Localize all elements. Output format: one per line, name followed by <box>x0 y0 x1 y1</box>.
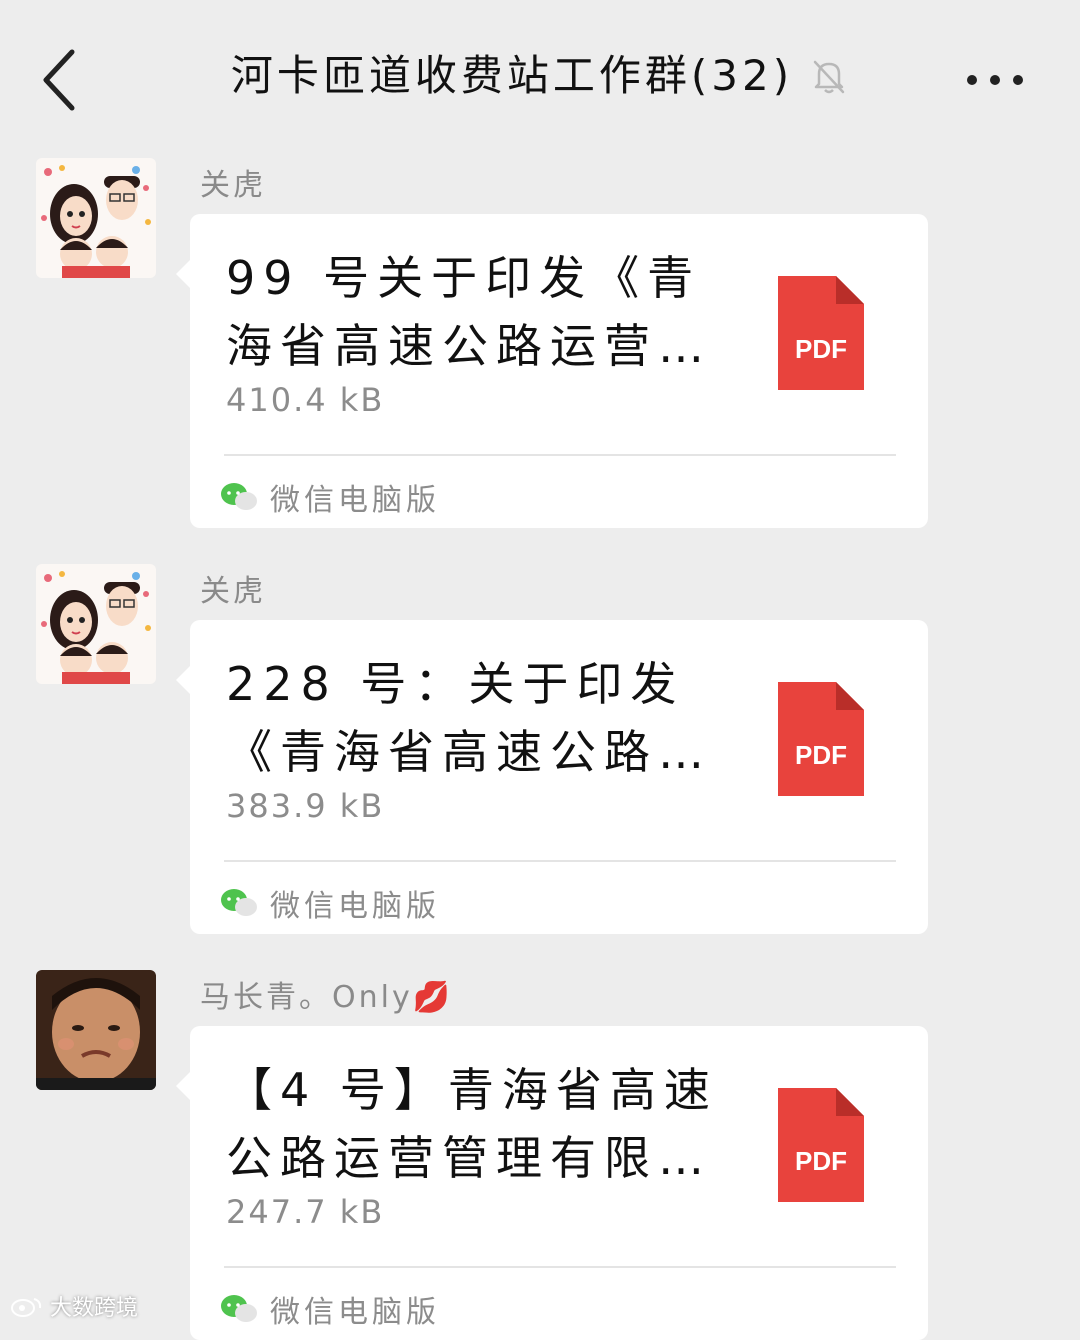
source-info: 微信电脑版 <box>220 878 440 928</box>
watermark: 大数跨境 <box>10 1290 138 1322</box>
file-name: 99 号关于印发《青海省高速公路运营管… <box>226 251 702 373</box>
file-size: 410.4 kB <box>226 381 385 419</box>
file-message-card[interactable]: 【4 号】青海省高速公路运营管理有限公… 247.7 kB PDF 微信电脑版 <box>176 1026 928 1340</box>
source-info: 微信电脑版 <box>220 1284 440 1334</box>
sender-name: 马长青。Only💋 <box>200 980 454 1015</box>
source-label: 微信电脑版 <box>270 483 440 518</box>
bell-off-icon <box>813 60 845 94</box>
family-cartoon-avatar-icon <box>36 158 156 278</box>
pdf-file-icon: PDF <box>778 276 864 390</box>
group-name: 河卡匝道收费站工作群(32) <box>230 51 794 100</box>
source-label: 微信电脑版 <box>270 889 440 924</box>
chat-header: 河卡匝道收费站工作群(32) <box>0 0 1080 150</box>
child-photo-avatar-icon <box>36 970 156 1090</box>
file-name: 【4 号】青海省高速公路运营管理有限公… <box>226 1063 718 1185</box>
pdf-file-icon: PDF <box>778 1088 864 1202</box>
divider <box>224 1266 896 1268</box>
file-type-label: PDF <box>795 740 847 770</box>
family-cartoon-avatar-icon <box>36 564 156 684</box>
file-type-label: PDF <box>795 1146 847 1176</box>
sender-name: 关虎 <box>200 574 266 609</box>
file-name: 228 号：关于印发《青海省高速公路运营… <box>226 657 712 779</box>
wechat-icon <box>221 1295 257 1322</box>
divider <box>224 454 896 456</box>
file-type-label: PDF <box>795 334 847 364</box>
wechat-icon <box>221 483 257 510</box>
divider <box>224 860 896 862</box>
sender-name: 关虎 <box>200 168 266 203</box>
page-title: 河卡匝道收费站工作群(32) <box>0 44 1080 108</box>
file-size: 383.9 kB <box>226 787 385 825</box>
avatar[interactable] <box>36 158 156 278</box>
avatar[interactable] <box>36 564 156 684</box>
weibo-logo-icon <box>11 1298 42 1317</box>
source-info: 微信电脑版 <box>220 472 440 522</box>
more-button[interactable] <box>962 60 1032 100</box>
watermark-text: 大数跨境 <box>50 1296 139 1321</box>
file-message-card[interactable]: 228 号：关于印发《青海省高速公路运营… 383.9 kB PDF 微信电脑版 <box>176 620 928 934</box>
file-message-card[interactable]: 99 号关于印发《青海省高速公路运营管… 410.4 kB PDF 微信电脑版 <box>176 214 928 528</box>
file-size: 247.7 kB <box>226 1193 385 1231</box>
pdf-file-icon: PDF <box>778 682 864 796</box>
more-horizontal-icon <box>967 75 1023 85</box>
source-label: 微信电脑版 <box>270 1295 440 1330</box>
wechat-icon <box>221 889 257 916</box>
avatar[interactable] <box>36 970 156 1090</box>
